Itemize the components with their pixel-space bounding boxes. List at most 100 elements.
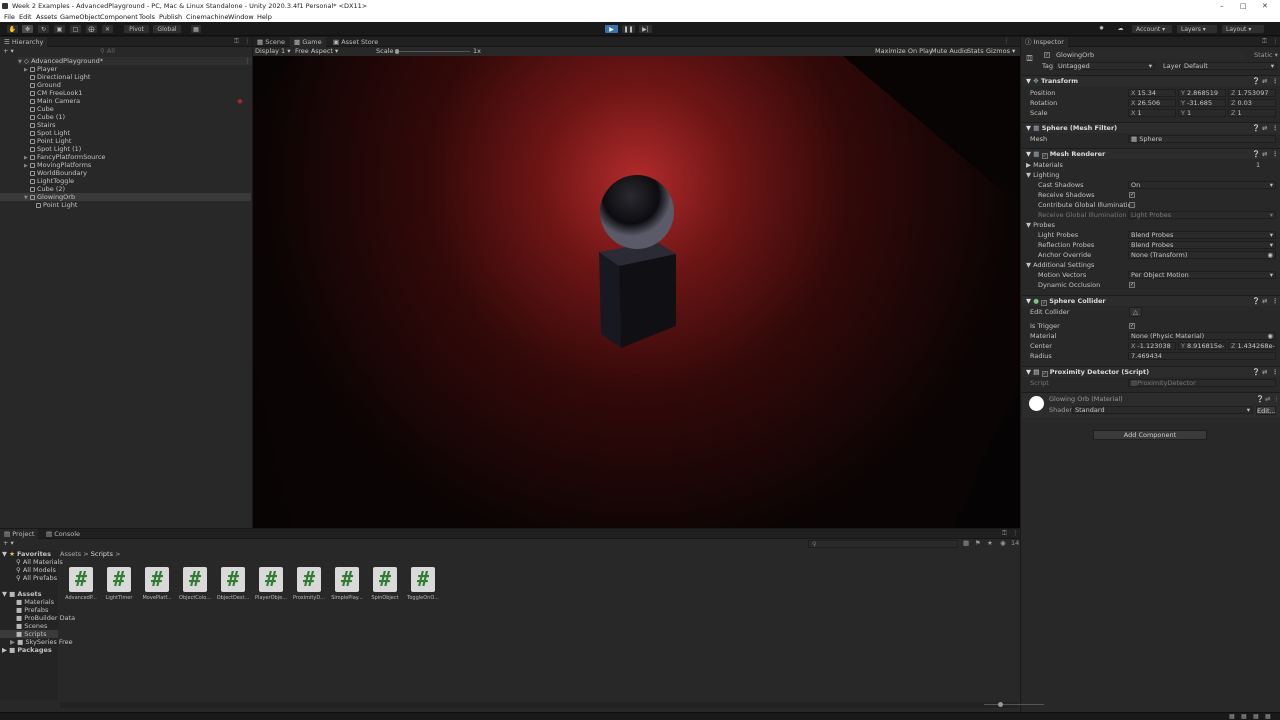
preset-icon[interactable]: ⇄ [1262,149,1267,160]
shader-edit-button[interactable]: Edit... [1256,406,1276,415]
script-field[interactable]: ▤ProximityDetector [1128,379,1276,387]
scale-tool-icon[interactable]: ▣ [53,24,66,34]
global-toggle[interactable]: Global [152,24,182,34]
maximize-button[interactable]: □ [1240,0,1247,12]
contribute-gi-checkbox[interactable] [1129,202,1135,208]
scale-x-field[interactable]: X1 [1128,109,1176,117]
component-menu-icon[interactable]: ⋮ [1272,149,1279,160]
layers-dropdown[interactable]: Layers ▾ [1176,24,1218,34]
center-x-field[interactable]: X -1.123038 [1128,342,1176,350]
help-icon[interactable]: ❔ [1252,296,1260,307]
hierarchy-item-point-light[interactable]: Point Light [0,137,251,145]
folder-skyseries[interactable]: ▶ ■ SkySeries Free [10,638,73,646]
reflection-probes-dropdown[interactable]: Blend Probes ▾ [1128,241,1276,249]
cloud-icon[interactable]: ☁ [1114,24,1127,34]
tab-hierarchy[interactable]: ☰ Hierarchy [0,37,48,47]
folder-prefabs[interactable]: ■ Prefabs [16,606,48,614]
proximity-detector-header[interactable]: ▼ ▤ ✓ Proximity Detector (Script) ❔ ⇄ ⋮ [1022,366,1280,377]
hierarchy-item-stairs[interactable]: Stairs [0,121,251,129]
collider-material-field[interactable]: None (Physic Material) ◉ [1128,332,1276,340]
lighting-foldout[interactable]: ▼ Lighting [1026,171,1059,180]
menu-tools[interactable]: Tools [139,12,155,22]
sphere-collider-header[interactable]: ▼ ● ✓ Sphere Collider ❔ ⇄ ⋮ [1022,295,1280,306]
script-asset[interactable]: # PlayerObje... [254,567,288,607]
menu-window[interactable]: Window [228,12,254,22]
object-picker-icon[interactable]: ◉ [1267,333,1275,340]
lock-icon[interactable]: ⚿ [234,37,239,46]
anchor-override-field[interactable]: None (Transform) ◉ [1128,251,1276,259]
position-z-field[interactable]: Z 1.753097 [1228,89,1276,97]
hierarchy-item-spot-light[interactable]: Spot Light [0,129,251,137]
layer-dropdown[interactable]: Default ▾ [1181,62,1277,70]
help-icon[interactable]: ❔ [1252,149,1260,160]
additional-settings-foldout[interactable]: ▼ Additional Settings [1026,261,1094,270]
hierarchy-item-light-toggle[interactable]: LightToggle [0,177,251,185]
progress-icon[interactable]: ▦ [1253,713,1259,720]
script-asset[interactable]: # ProximityD... [292,567,326,607]
favorite-all-materials[interactable]: ⚲ All Materials [16,558,63,566]
custom-tool-icon[interactable]: ✕ [101,24,114,34]
menu-component[interactable]: Component [100,12,138,22]
breadcrumb-scripts[interactable]: Scripts [91,550,113,558]
favorites-foldout[interactable]: ▼ ★ Favorites [2,550,51,558]
collab-icon[interactable]: ✹ [1095,24,1108,34]
component-menu-icon[interactable]: ⋮ [1272,296,1279,307]
component-menu-icon[interactable]: ⋮ [1272,367,1279,378]
center-y-field[interactable]: Y8.916815e-09 [1178,342,1226,350]
menu-help[interactable]: Help [257,12,272,22]
hierarchy-item-cube[interactable]: Cube [0,105,251,113]
script-enabled-checkbox[interactable]: ✓ [1041,371,1048,377]
tab-game[interactable]: ▩ Game [290,37,326,47]
game-viewport[interactable] [253,56,1020,528]
folder-probuilder[interactable]: ■ ProBuilder Data [16,614,75,622]
probes-foldout[interactable]: ▼ Probes [1026,221,1055,230]
is-trigger-checkbox[interactable]: ✓ [1129,323,1135,329]
panel-menu-icon[interactable]: ⋮ [1012,529,1019,537]
icon-size-slider-handle[interactable] [998,702,1003,707]
scale-slider-handle[interactable] [395,49,399,54]
transform-tool-icon[interactable]: ⨁ [85,24,98,34]
account-dropdown[interactable]: Account ▾ [1131,24,1173,34]
receive-gi-dropdown[interactable]: Light Probes ▾ [1128,211,1276,219]
preset-icon[interactable]: ⇄ [1262,123,1267,134]
aspect-dropdown[interactable]: Free Aspect ▾ [295,47,338,56]
hierarchy-item-moving-platforms[interactable]: ▶ MovingPlatforms [0,161,251,169]
hierarchy-item-orb-point-light[interactable]: Point Light [0,201,251,209]
maximize-on-play-toggle[interactable]: Maximize On Play [875,47,933,56]
motion-vectors-dropdown[interactable]: Per Object Motion ▾ [1128,271,1276,279]
script-asset[interactable]: # SimplePlay... [330,567,364,607]
radius-field[interactable]: 7.469434 [1128,352,1276,360]
rotation-y-field[interactable]: Y -31.685 [1178,99,1226,107]
icon-size-slider[interactable] [984,702,1044,707]
filter-label-icon[interactable]: ⚑ [975,539,981,547]
rotation-x-field[interactable]: X 26.506 [1128,99,1176,107]
create-add-icon[interactable]: + ▾ [3,47,14,55]
hierarchy-item-ground[interactable]: Ground [0,81,251,89]
receive-shadows-checkbox[interactable]: ✓ [1129,192,1135,198]
materials-foldout[interactable]: ▶ Materials [1026,161,1063,170]
hierarchy-item-glowing-orb[interactable]: ▼ GlowingOrb [0,193,251,201]
step-button[interactable]: ▶| [638,24,653,34]
script-asset[interactable]: # ToggleOnO... [406,567,440,607]
breadcrumb-assets[interactable]: Assets [60,550,81,558]
component-menu-icon[interactable]: ⋮ [1272,123,1279,134]
rotate-tool-icon[interactable]: ↻ [37,24,50,34]
preset-icon[interactable]: ⇄ [1262,367,1267,378]
menu-file[interactable]: File [4,12,15,22]
scale-z-field[interactable]: Z1 [1228,109,1276,117]
menu-cinemachine[interactable]: Cinemachine [186,12,228,22]
mesh-renderer-header[interactable]: ▼ ▦ ✓ Mesh Renderer ❔ ⇄ ⋮ [1022,148,1280,159]
panel-menu-icon[interactable]: ⋮ [1272,37,1279,45]
folder-scripts[interactable]: ■ Scripts [0,630,58,638]
script-asset[interactable]: # ObjectColo... [178,567,212,607]
menu-assets[interactable]: Assets [36,12,57,22]
lock-icon[interactable]: ⚿ [1262,37,1267,46]
scale-slider[interactable] [395,49,470,54]
object-name-field[interactable]: GlowingOrb [1053,51,1243,59]
light-probes-dropdown[interactable]: Blend Probes ▾ [1128,231,1276,239]
script-asset[interactable]: # SpinObject [368,567,402,607]
mesh-field[interactable]: ▦ Sphere [1128,135,1276,143]
scale-y-field[interactable]: Y1 [1178,109,1226,117]
script-asset[interactable]: # LightTimer [102,567,136,607]
transform-header[interactable]: ▼ ✥ Transform ❔ ⇄ ⋮ [1022,75,1280,86]
